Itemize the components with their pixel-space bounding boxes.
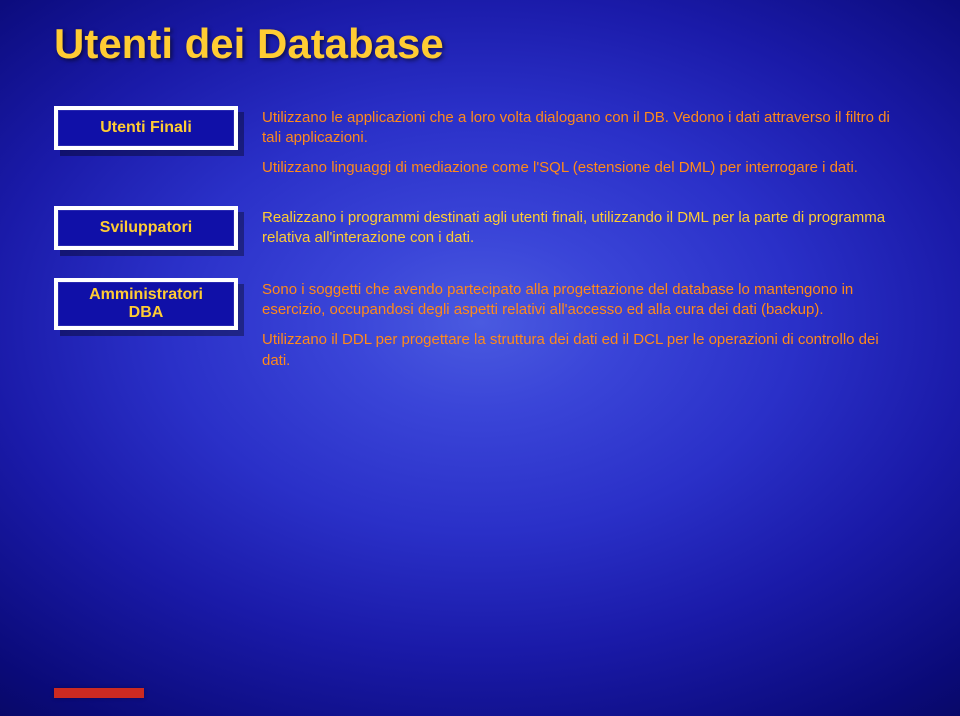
row-amministratori: Amministratori DBA Sono i soggetti che a… (54, 278, 906, 370)
pill-label-sviluppatori: Sviluppatori (100, 219, 192, 237)
slide: Utenti dei Database Utenti Finali Utiliz… (0, 0, 960, 716)
row-utenti-finali: Utenti Finali Utilizzano le applicazioni… (54, 106, 906, 178)
desc-sviluppatori: Realizzano i programmi destinati agli ut… (262, 206, 906, 248)
pill-utenti-finali: Utenti Finali (54, 106, 238, 150)
paragraph: Sono i soggetti che avendo partecipato a… (262, 280, 896, 320)
pill-label-amministratori: Amministratori DBA (89, 286, 203, 323)
pill-box: Utenti Finali (54, 106, 238, 150)
paragraph: Utilizzano linguaggi di mediazione come … (262, 158, 896, 178)
desc-amministratori: Sono i soggetti che avendo partecipato a… (262, 278, 906, 370)
slide-title: Utenti dei Database (54, 20, 906, 68)
row-sviluppatori: Sviluppatori Realizzano i programmi dest… (54, 206, 906, 250)
pill-sviluppatori: Sviluppatori (54, 206, 238, 250)
pill-amministratori: Amministratori DBA (54, 278, 238, 330)
footer-accent-bar (54, 688, 144, 698)
paragraph: Utilizzano le applicazioni che a loro vo… (262, 108, 896, 148)
paragraph: Realizzano i programmi destinati agli ut… (262, 208, 896, 248)
pill-box: Sviluppatori (54, 206, 238, 250)
paragraph: Utilizzano il DDL per progettare la stru… (262, 330, 896, 370)
pill-box: Amministratori DBA (54, 278, 238, 330)
desc-utenti-finali: Utilizzano le applicazioni che a loro vo… (262, 106, 906, 178)
pill-label-utenti-finali: Utenti Finali (100, 119, 192, 137)
